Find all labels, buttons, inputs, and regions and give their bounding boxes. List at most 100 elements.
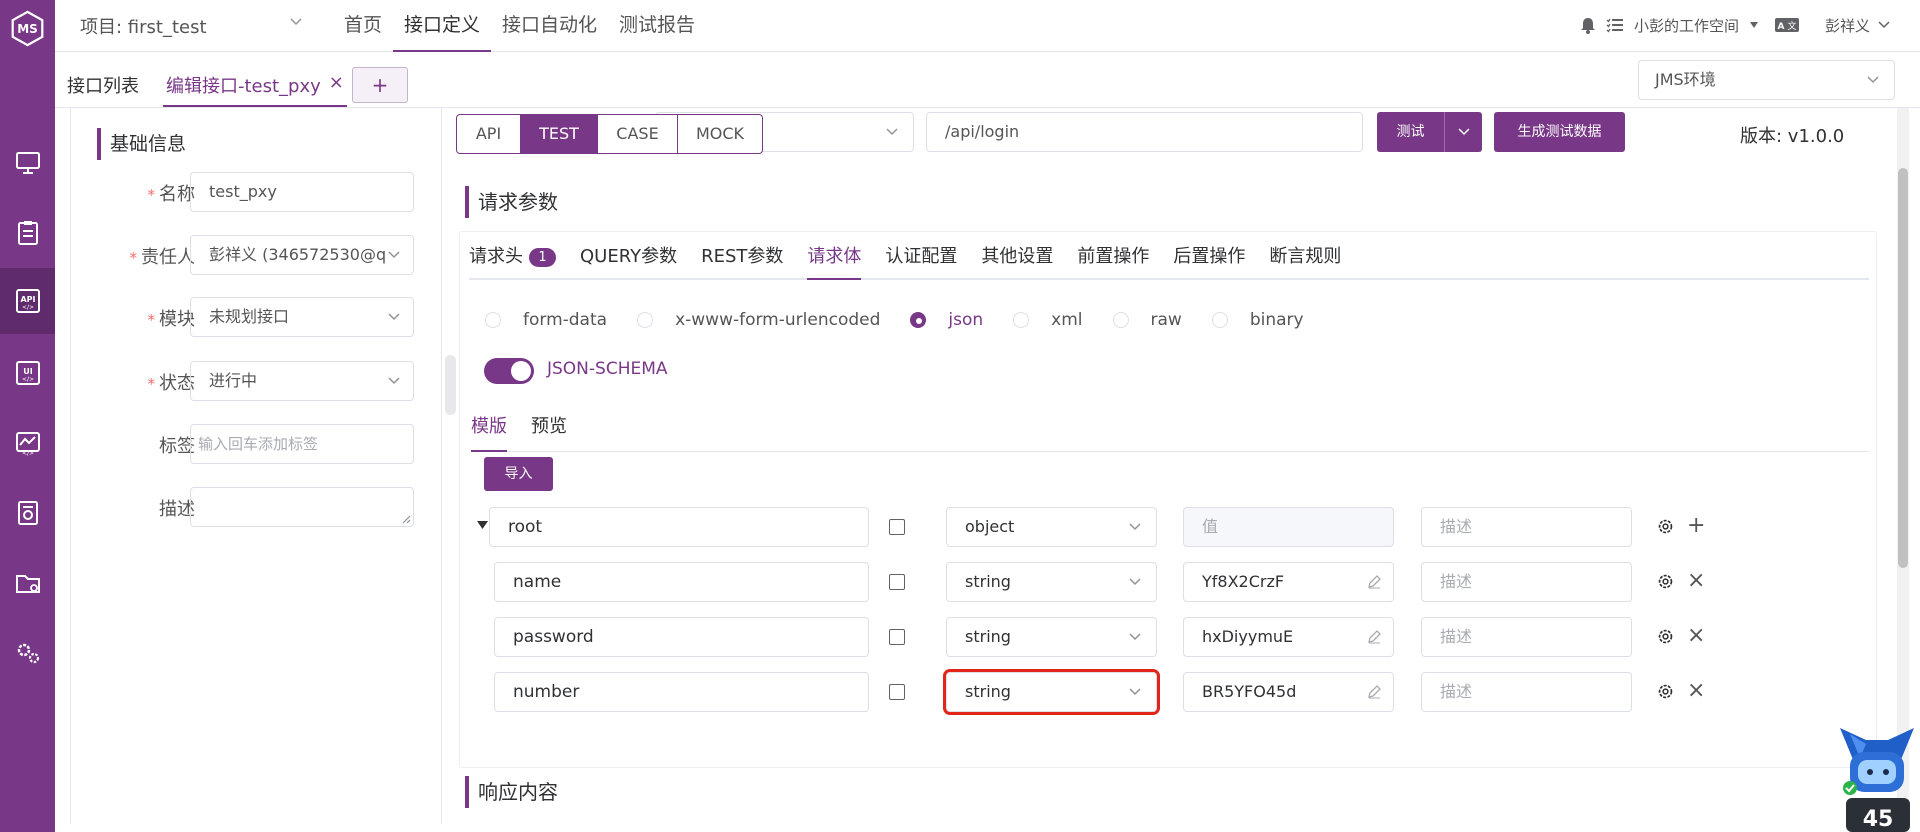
test-track-icon[interactable] <box>0 200 55 266</box>
project-folder-icon[interactable] <box>0 550 55 616</box>
tab-api-list[interactable]: 接口列表 <box>67 72 139 98</box>
add-child-icon[interactable]: + <box>1687 515 1705 537</box>
project-selector[interactable]: 项目: first_test <box>80 13 207 39</box>
report-icon[interactable] <box>0 480 55 546</box>
edit-pen-icon[interactable] <box>1367 685 1381 699</box>
delete-row-icon[interactable]: × <box>1687 680 1705 702</box>
subtab-body[interactable]: 请求体 <box>807 238 862 280</box>
subtab-other-settings[interactable]: 其他设置 <box>981 238 1053 280</box>
field-value-input[interactable]: BR5YFO45d <box>1183 672 1394 712</box>
test-dropdown-button[interactable] <box>1445 112 1482 152</box>
nav-home[interactable]: 首页 <box>333 0 393 52</box>
nav-test-report[interactable]: 测试报告 <box>608 0 706 52</box>
request-subtabs: 请求头 1 QUERY参数 REST参数 请求体 认证配置 其他设置 前置操作 … <box>469 238 1869 280</box>
resize-handle-icon[interactable] <box>401 514 411 524</box>
subtab-assertions[interactable]: 断言规则 <box>1269 238 1341 280</box>
json-schema-toggle[interactable] <box>484 358 534 384</box>
subtab-query[interactable]: QUERY参数 <box>580 238 677 280</box>
svg-text:MS: MS <box>17 22 38 36</box>
field-name-input[interactable]: password <box>494 617 869 657</box>
basic-info-panel: 基础信息 * 名称 test_pxy * 责任人 彭祥义 (346572530@q … <box>70 108 442 824</box>
caret-down-icon[interactable] <box>477 521 488 530</box>
radio-urlencoded[interactable]: x-www-form-urlencoded <box>637 310 880 330</box>
api-test-icon[interactable]: API </> <box>0 268 55 334</box>
field-type-select[interactable]: string <box>946 617 1157 657</box>
gear-icon[interactable] <box>1657 683 1674 700</box>
subtab-rest[interactable]: REST参数 <box>701 238 783 280</box>
field-description-input[interactable]: 描述 <box>1421 617 1632 657</box>
radio-label: json <box>948 310 984 330</box>
subtab-auth[interactable]: 认证配置 <box>885 238 957 280</box>
radio-raw[interactable]: raw <box>1112 310 1182 330</box>
field-name-input[interactable]: number <box>494 672 869 712</box>
delete-row-icon[interactable]: × <box>1687 625 1705 647</box>
api-edit-main: API TEST CASE MOCK /api/login 测试 生成测试数据 … <box>455 108 1895 832</box>
tab-preview[interactable]: 预览 <box>531 406 567 452</box>
gear-icon[interactable] <box>1657 573 1674 590</box>
ui-test-icon[interactable]: UI </> <box>0 340 55 406</box>
template-tabs: 模版 预览 <box>471 406 1869 452</box>
required-checkbox[interactable] <box>889 684 905 700</box>
field-value-input[interactable]: hxDiyymuE <box>1183 617 1394 657</box>
system-settings-icon[interactable] <box>0 620 55 686</box>
metersphere-logo-icon[interactable]: MS <box>9 10 46 47</box>
radio-xml[interactable]: xml <box>1013 310 1083 330</box>
performance-test-icon[interactable]: </> <box>0 410 55 476</box>
url-input[interactable]: /api/login <box>926 112 1363 152</box>
field-type-select[interactable]: string <box>946 562 1157 602</box>
mode-test-button[interactable]: TEST <box>521 115 598 153</box>
user-menu[interactable]: 彭祥义 <box>1825 15 1890 36</box>
tab-edit-api[interactable]: 编辑接口-test_pxy × <box>163 69 347 107</box>
module-select[interactable]: 未规划接口 <box>190 297 414 337</box>
gear-icon[interactable] <box>1657 628 1674 645</box>
chevron-down-icon[interactable] <box>289 17 303 27</box>
tags-input[interactable]: 输入回车添加标签 <box>190 424 414 464</box>
required-checkbox[interactable] <box>889 574 905 590</box>
owner-select[interactable]: 彭祥义 (346572530@q <box>190 235 414 275</box>
nav-api-automation[interactable]: 接口自动化 <box>491 0 608 52</box>
workbench-icon[interactable] <box>0 130 55 196</box>
field-description-input[interactable]: 描述 <box>1421 507 1632 547</box>
field-description-input[interactable]: 描述 <box>1421 672 1632 712</box>
language-icon[interactable]: A文 <box>1774 17 1799 33</box>
delete-row-icon[interactable]: × <box>1687 570 1705 592</box>
field-value-input[interactable]: Yf8X2CrzF <box>1183 562 1394 602</box>
mode-api-button[interactable]: API <box>457 115 521 153</box>
task-list-icon[interactable] <box>1606 17 1624 33</box>
mode-case-button[interactable]: CASE <box>598 115 678 153</box>
subtab-headers[interactable]: 请求头 1 <box>469 238 556 280</box>
tab-template[interactable]: 模版 <box>471 406 507 452</box>
tags-row: 标签 输入回车添加标签 <box>71 424 443 464</box>
chevron-down-icon <box>1129 633 1141 641</box>
required-checkbox[interactable] <box>889 519 905 535</box>
generate-test-data-button[interactable]: 生成测试数据 <box>1494 112 1625 152</box>
subtab-pre-processor[interactable]: 前置操作 <box>1077 238 1149 280</box>
test-button[interactable]: 测试 <box>1377 112 1445 152</box>
environment-select[interactable]: JMS环境 <box>1638 60 1895 100</box>
close-icon[interactable]: × <box>329 72 344 93</box>
field-type-select[interactable]: object <box>946 507 1157 547</box>
radio-form-data[interactable]: form-data <box>485 310 607 330</box>
required-checkbox[interactable] <box>889 629 905 645</box>
gear-icon[interactable] <box>1657 518 1674 535</box>
edit-pen-icon[interactable] <box>1367 630 1381 644</box>
mode-mock-button[interactable]: MOCK <box>678 115 762 153</box>
assistant-mascot-icon[interactable]: 45 <box>1836 722 1918 832</box>
add-tab-button[interactable]: + <box>352 67 408 103</box>
edit-pen-icon[interactable] <box>1367 575 1381 589</box>
name-input[interactable]: test_pxy <box>190 172 414 212</box>
radio-binary[interactable]: binary <box>1211 310 1304 330</box>
bell-icon[interactable] <box>1580 16 1596 34</box>
field-type-select-highlighted[interactable]: string <box>943 669 1160 715</box>
field-description-input[interactable]: 描述 <box>1421 562 1632 602</box>
field-name-input[interactable]: root <box>489 507 869 547</box>
description-textarea[interactable] <box>190 487 414 527</box>
scrollbar-thumb[interactable] <box>1898 168 1908 568</box>
field-name-input[interactable]: name <box>494 562 869 602</box>
nav-api-definition[interactable]: 接口定义 <box>393 0 492 52</box>
radio-json[interactable]: json <box>910 310 983 330</box>
import-button[interactable]: 导入 <box>484 457 553 491</box>
subtab-post-processor[interactable]: 后置操作 <box>1173 238 1245 280</box>
workspace-switcher[interactable]: 小彭的工作空间 <box>1634 15 1759 36</box>
status-select[interactable]: 进行中 <box>190 361 414 401</box>
